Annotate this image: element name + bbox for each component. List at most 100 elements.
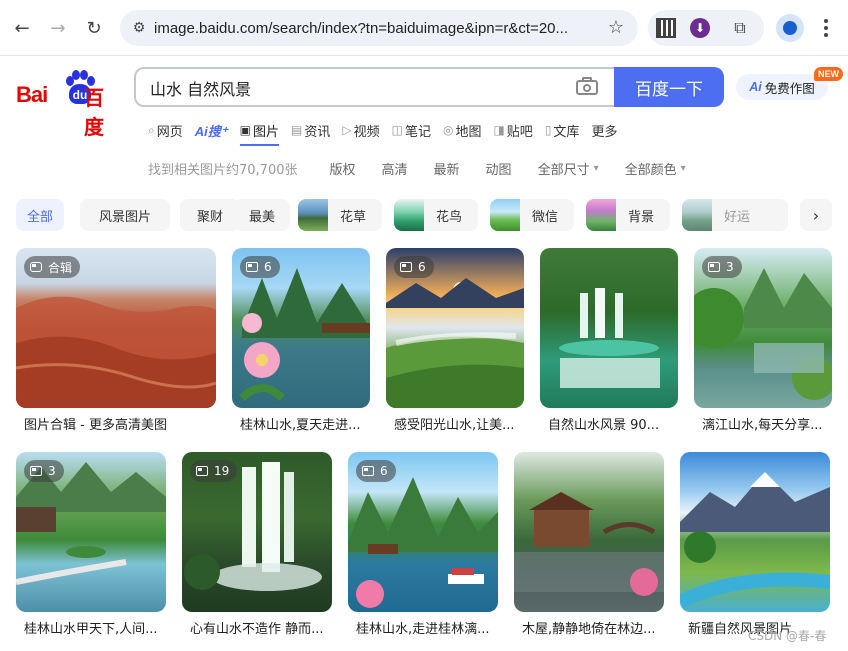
badge-label: 6 — [380, 464, 388, 478]
image-caption[interactable]: 自然山水风景 90... — [548, 414, 678, 433]
image-card[interactable]: 木屋,静静地倚在林边... — [514, 452, 664, 637]
badge-label: 3 — [48, 464, 56, 478]
chip-thumbnail — [490, 199, 520, 231]
tab-video[interactable]: ▷ 视频 — [342, 120, 379, 140]
address-bar[interactable]: ⚙ image.baidu.com/search/index?tn=baidui… — [120, 10, 638, 46]
chip-thumbnail — [298, 199, 328, 231]
map-icon: ◎ — [442, 123, 454, 137]
ai-icon: Ai — [749, 80, 762, 94]
image-card[interactable]: 3 漓江山水,每天分享... — [694, 248, 832, 433]
ai-draw-label: 免费作图 — [764, 80, 815, 96]
chip-scenery[interactable]: 风景图片 — [80, 199, 170, 231]
image-card[interactable]: 19 心有山水不造作 静而... — [182, 452, 332, 637]
image-card[interactable]: 新疆自然风景图片 — [680, 452, 830, 637]
chip-thumbnail — [682, 199, 712, 231]
chip-flowers-grass[interactable]: 花草 — [298, 199, 382, 231]
collection-badge: 合辑 — [24, 256, 81, 278]
chevron-down-icon: ▾ — [680, 162, 686, 174]
filter-color[interactable]: 全部颜色 ▾ — [625, 159, 686, 178]
image-card[interactable]: 6 桂林山水,夏天走进... — [232, 248, 370, 433]
image-card[interactable]: 合辑 图片合辑 - 更多高清美图 — [16, 248, 216, 433]
profile-icon[interactable] — [776, 14, 804, 42]
extensions-group: ⬇ ⧉ — [648, 10, 764, 46]
count-badge: 6 — [356, 460, 396, 482]
search-input[interactable] — [150, 77, 550, 99]
reload-icon[interactable]: ↻ — [80, 14, 108, 42]
browser-toolbar: ← → ↻ ⚙ image.baidu.com/search/index?tn=… — [0, 0, 848, 56]
tab-web[interactable]: ⌕ 网页 — [148, 120, 183, 140]
tab-notes[interactable]: ◫ 笔记 — [392, 120, 431, 140]
back-icon[interactable]: ← — [8, 14, 36, 42]
tab-more[interactable]: 更多 — [591, 120, 617, 140]
filter-latest[interactable]: 最新 — [434, 159, 460, 178]
tab-label: 地图 — [455, 124, 482, 140]
result-image[interactable] — [540, 248, 678, 408]
chip-wechat[interactable]: 微信 — [490, 199, 574, 231]
video-icon: ▷ — [342, 123, 352, 137]
url-text[interactable]: image.baidu.com/search/index?tn=baiduima… — [154, 20, 584, 37]
filter-hd[interactable]: 高清 — [382, 159, 408, 178]
tab-images[interactable]: ▣ 图片 — [239, 120, 280, 146]
tab-wenku[interactable]: ▯ 文库 — [545, 120, 580, 140]
image-card[interactable]: 3 桂林山水甲天下,人间... — [16, 452, 166, 637]
tab-map[interactable]: ◎ 地图 — [443, 120, 482, 140]
result-image[interactable] — [514, 452, 664, 612]
gallery-icon — [362, 466, 374, 476]
gallery-icon — [708, 262, 720, 272]
search-icon: ⌕ — [148, 122, 155, 137]
chip-label: 全部 — [26, 209, 53, 225]
qr-code-icon[interactable] — [654, 16, 678, 40]
chip-flowers-birds[interactable]: 花鸟 — [394, 199, 478, 231]
image-caption[interactable]: 桂林山水,夏天走进... — [240, 414, 370, 433]
download-icon[interactable]: ⬇ — [688, 16, 712, 40]
filter-copyright[interactable]: 版权 — [330, 159, 356, 178]
gallery-icon — [196, 466, 208, 476]
extensions-icon[interactable]: ⧉ — [728, 16, 752, 40]
search-tabs: ⌕ 网页 Ai搜⁺ ▣ 图片 ▤ 资讯 ▷ 视频 ◫ 笔记 ◎ 地图 ◨ 贴吧 ▯ 文库 更多 — [148, 120, 629, 146]
chip-label: 最美 — [248, 209, 275, 225]
chip-label: 花草 — [340, 209, 367, 225]
image-card[interactable]: 6 桂林山水,走进桂林漓... — [348, 452, 498, 637]
filter-bar: 找到相关图片约70,700张 版权 高清 最新 动图 全部尺寸 ▾ 全部颜色 ▾ — [148, 158, 712, 178]
image-caption[interactable]: 桂林山水甲天下,人间... — [24, 618, 166, 637]
chip-beautiful[interactable]: 最美 — [234, 199, 290, 231]
image-caption[interactable]: 感受阳光山水,让美... — [394, 414, 524, 433]
image-caption[interactable]: 漓江山水,每天分享... — [702, 414, 832, 433]
tab-label: 贴吧 — [506, 124, 533, 140]
new-badge: NEW — [814, 67, 843, 81]
search-button[interactable]: 百度一下 — [614, 67, 724, 107]
filter-animated[interactable]: 动图 — [486, 159, 512, 178]
collection-icon — [30, 262, 42, 272]
tab-tieba[interactable]: ◨ 贴吧 — [493, 120, 532, 140]
tab-ai-search[interactable]: Ai搜⁺ — [195, 120, 228, 140]
chip-background[interactable]: 背景 — [586, 199, 670, 231]
news-icon: ▤ — [290, 123, 303, 137]
result-image[interactable] — [680, 452, 830, 612]
result-count: 找到相关图片约70,700张 — [148, 162, 298, 178]
camera-icon[interactable] — [576, 77, 598, 95]
chip-wealth[interactable]: 聚财 — [180, 199, 240, 231]
chip-all[interactable]: 全部 — [16, 199, 64, 231]
chip-thumbnail — [394, 199, 424, 231]
image-caption[interactable]: 心有山水不造作 静而... — [190, 618, 332, 637]
tune-icon[interactable]: ⚙ — [124, 20, 154, 36]
image-caption[interactable]: 桂林山水,走进桂林漓... — [356, 618, 498, 637]
search-box — [134, 67, 614, 107]
note-icon: ◫ — [391, 123, 403, 137]
image-card[interactable]: 自然山水风景 90... — [540, 248, 678, 433]
image-caption[interactable]: 图片合辑 - 更多高清美图 — [24, 414, 216, 433]
doc-icon: ▯ — [544, 123, 552, 137]
image-card[interactable]: 6 感受阳光山水,让美... — [386, 248, 524, 433]
star-icon[interactable]: ☆ — [608, 17, 624, 38]
chip-good-luck[interactable]: 好运 — [682, 199, 788, 231]
more-icon[interactable] — [814, 14, 838, 42]
filter-size[interactable]: 全部尺寸 ▾ — [538, 159, 599, 178]
image-caption[interactable]: 木屋,静静地倚在林边... — [522, 618, 664, 637]
badge-label: 19 — [214, 464, 230, 478]
forward-icon[interactable]: → — [44, 14, 72, 42]
baidu-logo[interactable]: Bai du 百度 — [16, 70, 120, 139]
gallery-icon — [246, 262, 258, 272]
chevron-right-icon[interactable]: › — [800, 199, 832, 231]
gallery-icon — [30, 466, 42, 476]
tab-news[interactable]: ▤ 资讯 — [291, 120, 330, 140]
